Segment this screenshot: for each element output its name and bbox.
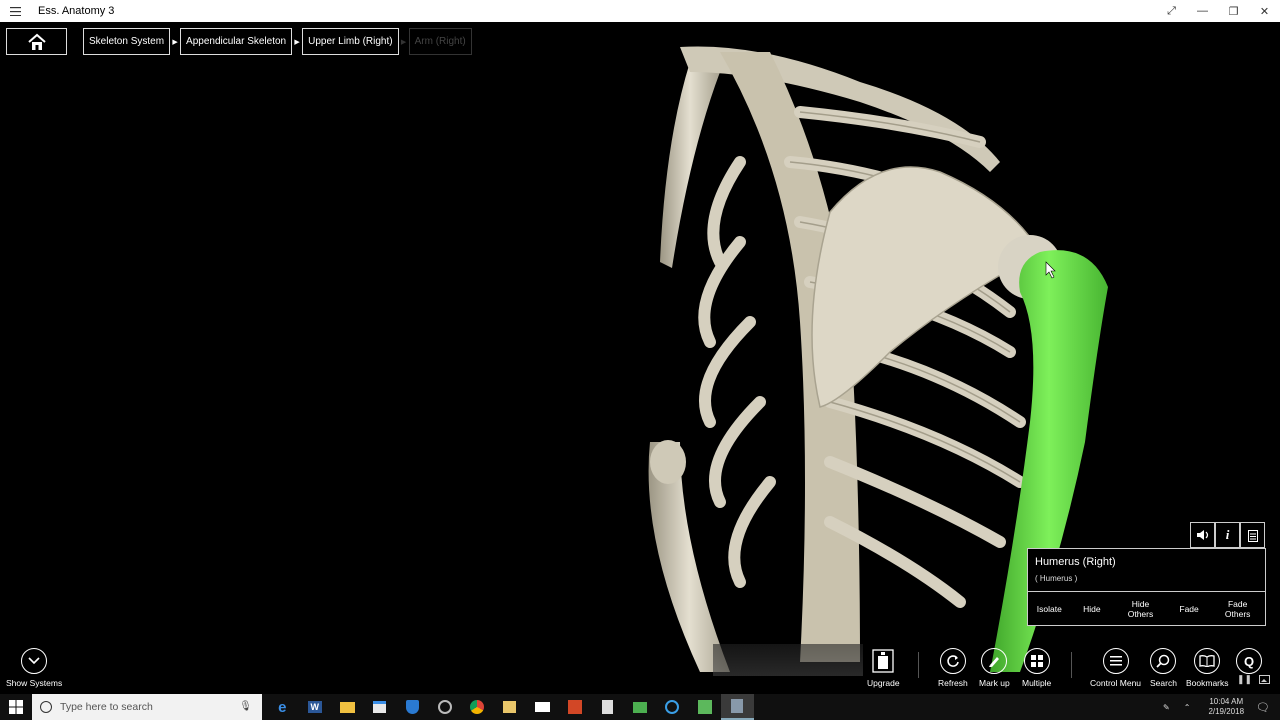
chevron-right-icon: ▶ [400, 38, 407, 46]
info-panel-icons: i [1190, 522, 1265, 548]
show-systems-button[interactable]: Show Systems [6, 648, 62, 688]
fullscreen-icon[interactable]: ⤢ [1156, 0, 1187, 22]
home-button[interactable] [6, 28, 67, 55]
chrome-icon[interactable] [461, 694, 494, 720]
fade-others-button[interactable]: Fade Others [1210, 592, 1265, 626]
structure-info-panel: Humerus (Right) ( Humerus ) Isolate Hide… [1027, 548, 1266, 626]
mail-icon[interactable] [526, 694, 559, 720]
upgrade-icon [870, 648, 896, 674]
store-icon[interactable] [364, 694, 397, 720]
windows-logo-icon [9, 700, 23, 714]
breadcrumb-item-upper-limb[interactable]: Upper Limb (Right) [302, 28, 399, 55]
breadcrumb-item-skeleton-system[interactable]: Skeleton System [83, 28, 171, 55]
search-icon [1150, 648, 1177, 674]
audio-pronunciation-button[interactable] [1190, 522, 1215, 548]
control-menu-button[interactable]: Control Menu [1090, 648, 1141, 688]
menu-lines-icon [1102, 648, 1129, 674]
structure-latin-name: ( Humerus ) [1035, 574, 1078, 583]
multiple-icon [1023, 648, 1050, 674]
clock-date: 2/19/2018 [1208, 707, 1245, 716]
start-button[interactable] [0, 694, 32, 720]
quiz-icon: Q [1236, 648, 1262, 674]
hide-button[interactable]: Hide [1071, 592, 1114, 626]
hamburger-menu-icon[interactable] [0, 0, 30, 22]
speaker-icon [1196, 530, 1208, 540]
control-menu-label: Control Menu [1090, 678, 1142, 688]
word-icon[interactable]: W [299, 694, 332, 720]
structure-actions: Isolate Hide Hide Others Fade Fade Other… [1028, 591, 1265, 626]
close-button[interactable]: ✕ [1249, 0, 1280, 22]
refresh-label: Refresh [938, 678, 968, 688]
pencil-icon [981, 648, 1008, 674]
minimize-button[interactable]: — [1187, 0, 1218, 22]
title-bar: Ess. Anatomy 3 ⤢ — ❐ ✕ [0, 0, 1280, 22]
chevron-down-icon [21, 648, 48, 674]
quiz-glyph: Q [1243, 653, 1255, 669]
app-window: Ess. Anatomy 3 ⤢ — ❐ ✕ Skeleton System ▶… [0, 0, 1280, 720]
refresh-button[interactable]: Refresh [938, 648, 968, 688]
structure-name: Humerus (Right) [1035, 556, 1116, 568]
hide-others-button[interactable]: Hide Others [1113, 592, 1168, 626]
info-icon: i [1225, 527, 1230, 542]
defender-icon[interactable] [396, 694, 429, 720]
home-icon [27, 33, 46, 50]
chevron-right-icon: ▶ [172, 38, 178, 46]
isolate-button[interactable]: Isolate [1028, 592, 1071, 626]
breadcrumb-item-arm: Arm (Right) [408, 28, 472, 55]
video-icon[interactable] [494, 694, 527, 720]
bookmarks-label: Bookmarks [1186, 678, 1229, 688]
pen-icon[interactable]: ✎ [1163, 703, 1170, 712]
toolbar-shade [713, 644, 863, 676]
cortana-icon [40, 701, 52, 713]
markup-label: Mark up [979, 678, 1010, 688]
upgrade-button[interactable]: Upgrade [867, 648, 900, 688]
windows-taskbar: Type here to search 🎙 e W ✎ ⌃ 10:04 AM 2… [0, 694, 1280, 720]
clock-time: 10:04 AM [1209, 697, 1244, 706]
screen-icon[interactable] [1257, 673, 1272, 685]
search-button[interactable]: Search [1150, 648, 1177, 688]
notifications-icon[interactable]: 🗨 [1256, 701, 1270, 714]
restore-button[interactable]: ❐ [1218, 0, 1249, 22]
playback-controls: ❚❚ [1237, 673, 1272, 685]
notepad-icon [1247, 529, 1258, 542]
search-label: Search [1150, 678, 1177, 688]
media-icon[interactable] [429, 694, 462, 720]
window-title: Ess. Anatomy 3 [38, 5, 115, 17]
toolbar-divider [918, 652, 919, 678]
anatomy-app-icon[interactable] [721, 694, 754, 720]
pause-icon[interactable]: ❚❚ [1237, 673, 1252, 685]
edge-icon[interactable]: e [266, 694, 299, 720]
system-tray: ✎ ⌃ 10:04 AM 2/19/2018 🗨 [1163, 694, 1280, 720]
book-icon [1194, 648, 1221, 674]
fade-button[interactable]: Fade [1168, 592, 1211, 626]
taskbar-apps: e W [266, 694, 754, 720]
search-placeholder: Type here to search [60, 701, 153, 713]
breadcrumb-item-appendicular-skeleton[interactable]: Appendicular Skeleton [180, 28, 293, 55]
chevron-up-icon[interactable]: ⌃ [1184, 703, 1191, 712]
multiple-button[interactable]: Multiple [1022, 648, 1051, 688]
powerpoint-icon[interactable] [559, 694, 592, 720]
refresh-icon [939, 648, 966, 674]
clock[interactable]: 10:04 AM 2/19/2018 [1208, 697, 1244, 717]
camtasia-icon[interactable] [689, 694, 722, 720]
markup-button[interactable]: Mark up [979, 648, 1010, 688]
skype-icon[interactable] [656, 694, 689, 720]
microphone-icon[interactable]: 🎙 [239, 701, 252, 712]
info-button[interactable]: i [1215, 522, 1240, 548]
calculator-icon[interactable] [591, 694, 624, 720]
upgrade-label: Upgrade [867, 678, 900, 688]
taskbar-search-input[interactable]: Type here to search 🎙 [32, 694, 262, 720]
chevron-right-icon: ▶ [294, 38, 300, 46]
file-explorer-icon[interactable] [331, 694, 364, 720]
toolbar-divider [1071, 652, 1072, 678]
notes-button[interactable] [1240, 522, 1265, 548]
bookmarks-button[interactable]: Bookmarks [1186, 648, 1229, 688]
multiple-label: Multiple [1022, 678, 1052, 688]
messaging-icon[interactable] [624, 694, 657, 720]
show-systems-label: Show Systems [6, 678, 63, 688]
breadcrumb: Skeleton System ▶ Appendicular Skeleton … [6, 28, 472, 55]
